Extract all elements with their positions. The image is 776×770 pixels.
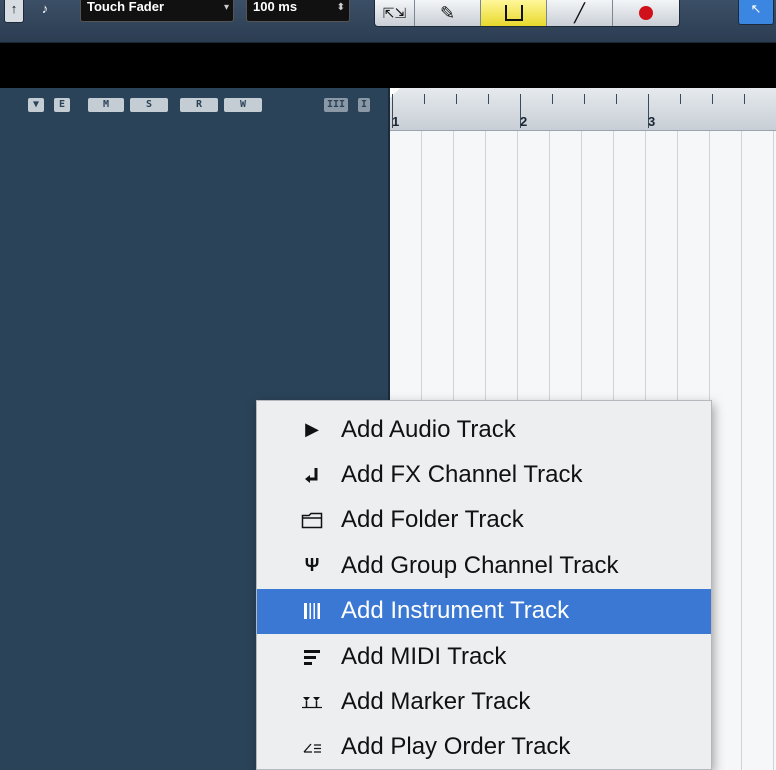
up-arrow-button[interactable]: ↑ <box>4 0 24 23</box>
menu-item-label: Add Folder Track <box>341 506 524 534</box>
menu-item-add-instrument-track[interactable]: Add Instrument Track <box>257 588 711 634</box>
erase-tool-icon <box>504 5 523 21</box>
view-icon[interactable]: III <box>324 98 348 112</box>
ruler-bar-number: 1 <box>392 114 400 129</box>
object-selection-icon: ⇱⇲ <box>382 4 407 21</box>
menu-item-add-marker-track[interactable]: Add Marker Track <box>257 679 711 724</box>
menu-item-add-folder-track[interactable]: Add Folder Track <box>257 498 711 543</box>
erase-tool-button[interactable] <box>481 0 547 26</box>
ruler-bar-number: 2 <box>520 114 528 129</box>
menu-item-label: Add FX Channel Track <box>341 461 583 489</box>
divider-icon[interactable]: I <box>358 98 370 112</box>
ruler-beat-tick <box>584 94 585 104</box>
menu-item-add-audio-track[interactable]: ▶ Add Audio Track <box>257 407 711 452</box>
ruler-beat-tick <box>488 94 489 104</box>
note-glyph: ♪ <box>41 1 49 16</box>
add-track-context-menu: ▶ Add Audio Track Add FX Channel Track A… <box>256 400 712 770</box>
marker-track-icon <box>301 690 323 714</box>
pencil-tool-icon: ╱ <box>574 2 585 23</box>
object-selection-button[interactable]: ⇱⇲ <box>375 0 415 26</box>
play-order-icon <box>301 735 323 759</box>
record-button[interactable] <box>613 0 679 26</box>
midi-track-icon <box>301 645 323 669</box>
record-icon <box>639 6 653 20</box>
menu-item-add-midi-track[interactable]: Add MIDI Track <box>257 634 711 679</box>
menu-item-label: Add Group Channel Track <box>341 551 619 579</box>
fx-channel-icon <box>301 463 323 487</box>
menu-item-label: Add Audio Track <box>341 415 516 443</box>
track-list-header: ▼ E M S R W III I <box>0 88 388 128</box>
mute-icon[interactable]: M <box>88 98 124 112</box>
audio-track-icon: ▶ <box>305 419 319 440</box>
menu-item-add-group-channel-track[interactable]: Ψ Add Group Channel Track <box>257 543 711 588</box>
toolbar: ↑ ♪ Touch Fader ▾ 100 ms ⬍ ⇱⇲ ✎ ╱ ↖ <box>0 0 776 43</box>
cursor-tool-button[interactable]: ↖ <box>738 0 774 25</box>
latency-value: 100 ms <box>253 0 298 14</box>
automation-mode-value: Touch Fader <box>87 0 165 14</box>
read-icon[interactable]: R <box>180 98 218 112</box>
draw-tool-button[interactable]: ✎ <box>415 0 481 26</box>
menu-item-label: Add Instrument Track <box>341 597 570 625</box>
tool-buttons: ⇱⇲ ✎ ╱ <box>374 0 680 27</box>
draw-tool-icon: ✎ <box>439 2 456 23</box>
menu-item-add-play-order-track[interactable]: Add Play Order Track <box>257 725 711 770</box>
latency-select[interactable]: 100 ms ⬍ <box>246 0 350 22</box>
folder-icon <box>301 508 323 532</box>
ruler-beat-tick <box>424 94 425 104</box>
ruler-beat-tick <box>616 94 617 104</box>
menu-item-add-fx-channel-track[interactable]: Add FX Channel Track <box>257 452 711 497</box>
ruler-bar-number: 3 <box>648 114 656 129</box>
ruler[interactable]: 1 2 3 <box>390 88 776 131</box>
collapse-icon[interactable]: ▼ <box>28 98 44 112</box>
ruler-beat-tick <box>680 94 681 104</box>
menu-item-label: Add MIDI Track <box>341 642 507 670</box>
write-icon[interactable]: W <box>224 98 262 112</box>
ruler-beat-tick <box>712 94 713 104</box>
automation-mode-select[interactable]: Touch Fader ▾ <box>80 0 234 22</box>
up-arrow-icon: ↑ <box>10 1 18 16</box>
ruler-beat-tick <box>744 94 745 104</box>
ruler-beat-tick <box>552 94 553 104</box>
note-icon: ♪ <box>34 0 56 22</box>
menu-item-label: Add Play Order Track <box>341 733 571 761</box>
info-line <box>0 43 776 88</box>
dropdown-arrow-icon: ▾ <box>223 2 229 13</box>
pencil-tool-button[interactable]: ╱ <box>547 0 613 26</box>
group-channel-icon: Ψ <box>304 555 320 576</box>
edit-icon[interactable]: E <box>54 98 70 112</box>
solo-icon[interactable]: S <box>130 98 168 112</box>
stepper-arrow-icon: ⬍ <box>336 2 345 13</box>
cursor-icon: ↖ <box>750 1 762 16</box>
menu-item-label: Add Marker Track <box>341 688 531 716</box>
ruler-beat-tick <box>456 94 457 104</box>
instrument-icon <box>301 599 323 623</box>
